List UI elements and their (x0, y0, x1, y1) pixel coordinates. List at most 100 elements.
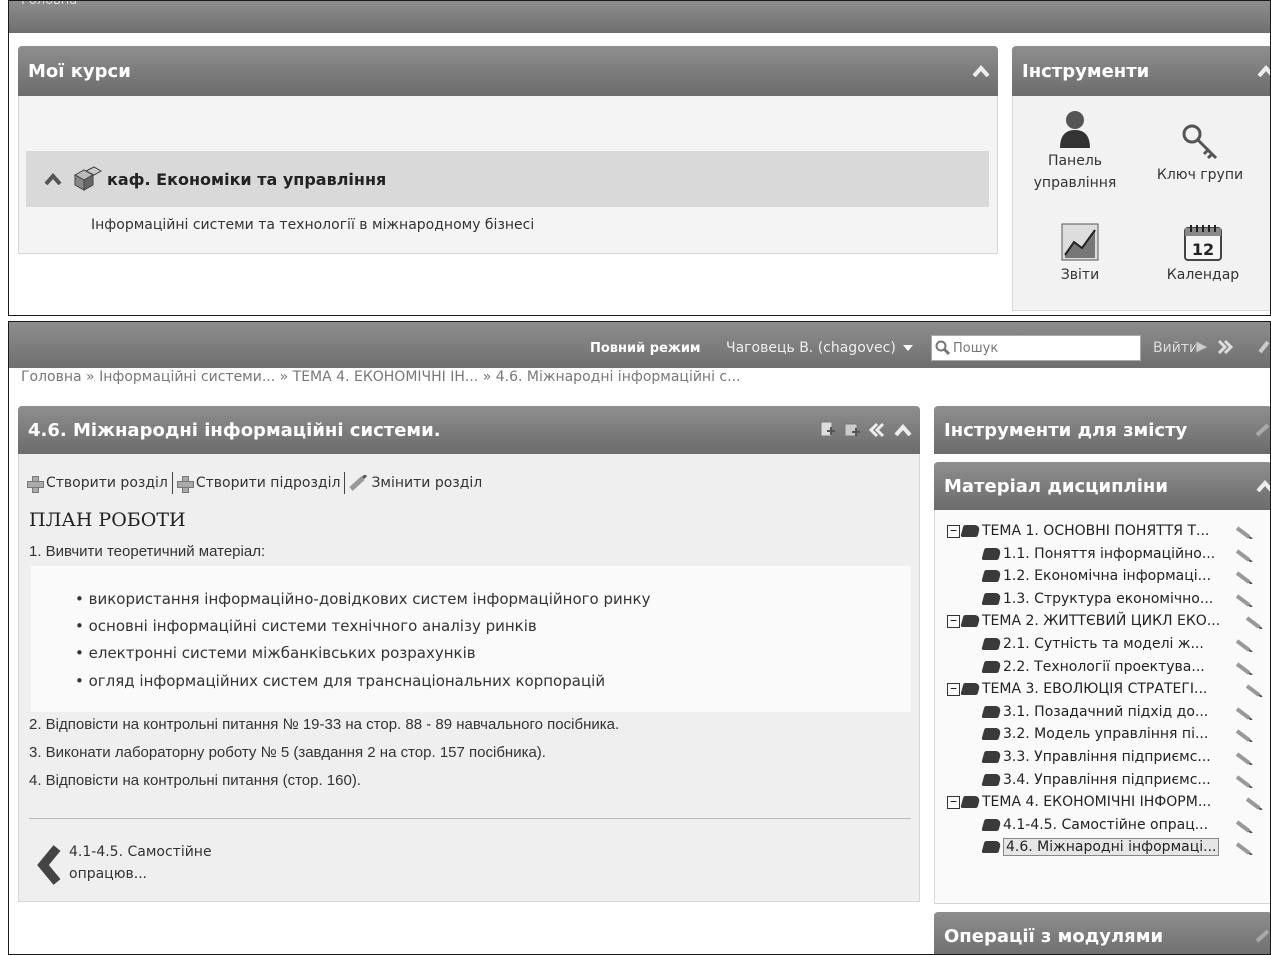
tool-group-key[interactable]: Ключ групи (1150, 122, 1250, 186)
tool-control-panel[interactable]: Панель управління (1025, 108, 1125, 194)
edit-pencil-icon[interactable] (1235, 547, 1253, 566)
add-item-icon[interactable] (843, 421, 861, 439)
tree-label[interactable]: 2.2. Технології проектува... (1003, 659, 1205, 675)
tree-topic[interactable]: − ТЕМА 1. ОСНОВНІ ПОНЯТТЯ Т... (947, 520, 1209, 542)
collapse-tree-icon[interactable]: − (947, 795, 960, 809)
prev-section-link[interactable]: 4.1-4.5. Самостійне опрацюв... (35, 842, 255, 888)
tool-calendar[interactable]: 12 Календар (1163, 222, 1243, 286)
tree-subtopic[interactable]: 1.2. Економічна інформаці... (981, 565, 1211, 587)
tree-label[interactable]: 2.1. Сутність та моделі ж... (1003, 636, 1204, 652)
pin-icon[interactable] (1258, 338, 1271, 356)
tool-reports[interactable]: Звіти (1040, 222, 1120, 286)
tree-subtopic[interactable]: 3.2. Модель управління пі... (981, 723, 1208, 745)
tree-label[interactable]: 3.4. Управління підприємс... (1003, 772, 1211, 788)
my-courses-title: Мої курси (28, 60, 131, 82)
section-body: Створити розділ Створити підрозділ Зміни… (18, 454, 920, 902)
edit-pencil-icon[interactable] (1245, 795, 1263, 814)
full-mode-button[interactable]: Повний режим (590, 341, 701, 356)
key-icon (1182, 124, 1218, 160)
bullet-list-box: • використання інформаційно-довідкових с… (31, 566, 911, 712)
tree-label[interactable]: 3.3. Управління підприємс... (1003, 749, 1211, 765)
edit-pencil-icon[interactable] (1235, 818, 1253, 837)
step-4: 4. Відповісти на контрольні питання (сто… (29, 772, 361, 789)
create-section-link[interactable]: Створити розділ (46, 475, 168, 491)
edit-pencil-icon[interactable] (1235, 750, 1253, 769)
collapse-icon[interactable] (44, 173, 62, 185)
edit-pencil-icon[interactable] (1235, 569, 1253, 588)
tree-label[interactable]: ТЕМА 3. ЕВОЛЮЦІЯ СТРАТЕГІ... (982, 681, 1207, 697)
edit-pencil-icon[interactable] (1235, 727, 1253, 746)
tree-topic[interactable]: − ТЕМА 2. ЖИТТЄВИЙ ЦИКЛ ЕКО... (947, 610, 1220, 632)
tree-subtopic[interactable]: 4.6. Міжнародні інформаці... (981, 836, 1220, 858)
breadcrumb-home[interactable]: Головна (21, 1, 77, 8)
chevron-left-icon (37, 845, 61, 885)
tree-subtopic[interactable]: 3.1. Позадачний підхід до... (981, 701, 1208, 723)
search-icon (935, 340, 951, 356)
user-menu[interactable]: Чаговець В. (chagovec) (726, 340, 914, 356)
book-icon (960, 796, 981, 809)
tree-label[interactable]: 3.2. Модель управління пі... (1003, 726, 1208, 742)
edit-pencil-icon[interactable] (1245, 614, 1263, 633)
double-arrow-icon[interactable] (1216, 338, 1234, 356)
tree-subtopic[interactable]: 2.1. Сутність та моделі ж... (981, 633, 1204, 655)
pencil-icon[interactable] (1256, 423, 1271, 437)
edit-pencil-icon[interactable] (1235, 840, 1253, 859)
collapse-tree-icon[interactable]: − (947, 614, 960, 628)
tree-subtopic[interactable]: 1.3. Структура економічно... (981, 588, 1213, 610)
tree-label[interactable]: 1.1. Поняття інформаційно... (1003, 546, 1215, 562)
course-link[interactable]: Інформаційні системи та технології в між… (91, 217, 534, 233)
tree-subtopic[interactable]: 3.4. Управління підприємс... (981, 769, 1211, 791)
pencil-icon[interactable] (1256, 929, 1271, 943)
edit-pencil-icon[interactable] (1235, 524, 1253, 543)
edit-pencil-icon[interactable] (1235, 660, 1253, 679)
create-subsection-link[interactable]: Створити підрозділ (196, 475, 341, 491)
collapse-icon[interactable] (1256, 480, 1271, 492)
material-header: Матеріал дисципліни (934, 462, 1271, 510)
tree-subtopic[interactable]: 3.3. Управління підприємс... (981, 746, 1211, 768)
collapse-icon[interactable] (972, 65, 990, 77)
department-label[interactable]: каф. Економіки та управління (107, 170, 386, 189)
edit-pencil-icon[interactable] (1235, 705, 1253, 724)
tree-label[interactable]: ТЕМА 4. ЕКОНОМІЧНІ ІНФОРМ... (982, 794, 1211, 810)
tree-label[interactable]: 1.3. Структура економічно... (1003, 591, 1213, 607)
collapse-icon[interactable] (1257, 65, 1271, 77)
material-tree: − ТЕМА 1. ОСНОВНІ ПОНЯТТЯ Т... 1.1. Понятт… (934, 510, 1270, 904)
edit-pencil-icon[interactable] (1235, 637, 1253, 656)
collapse-tree-icon[interactable]: − (947, 682, 960, 696)
tree-topic[interactable]: − ТЕМА 3. ЕВОЛЮЦІЯ СТРАТЕГІ... (947, 678, 1207, 700)
add-page-icon[interactable] (818, 421, 836, 439)
bottom-window: Повний режим Чаговець В. (chagovec) Пошу… (8, 321, 1271, 955)
tree-subtopic[interactable]: 1.1. Поняття інформаційно... (981, 543, 1215, 565)
search-input[interactable]: Пошук (931, 335, 1141, 361)
bullet-item: • основні інформаційні системи технічног… (75, 617, 537, 635)
tree-label[interactable]: 1.2. Економічна інформаці... (1003, 568, 1211, 584)
tools-title: Інструменти (1022, 60, 1150, 82)
collapse-tree-icon[interactable]: − (947, 524, 960, 538)
tree-label[interactable]: ТЕМА 1. ОСНОВНІ ПОНЯТТЯ Т... (982, 523, 1209, 539)
back-icon[interactable] (868, 421, 886, 439)
pencil-icon (349, 475, 368, 491)
book-icon (981, 751, 1002, 763)
tree-label[interactable]: ТЕМА 2. ЖИТТЄВИЙ ЦИКЛ ЕКО... (982, 613, 1220, 629)
tree-label[interactable]: 4.6. Міжнародні інформаці... (1003, 838, 1220, 857)
logout-link[interactable]: Вийти (1153, 340, 1198, 356)
settings-icon[interactable] (1193, 338, 1211, 356)
tree-subtopic[interactable]: 4.1-4.5. Самостійне опрац... (981, 814, 1208, 836)
section-title: 4.6. Міжнародні інформаційні системи. (28, 419, 441, 441)
department-row[interactable]: каф. Економіки та управління (26, 151, 989, 207)
tree-subtopic[interactable]: 2.2. Технології проектува... (981, 656, 1205, 678)
tree-label[interactable]: 4.1-4.5. Самостійне опрац... (1003, 817, 1208, 833)
content-tools-title: Інструменти для змісту (944, 419, 1188, 441)
edit-pencil-icon[interactable] (1245, 682, 1263, 701)
my-courses-body: каф. Економіки та управління Інформаційн… (18, 96, 998, 254)
book-icon (981, 570, 1002, 583)
edit-pencil-icon[interactable] (1235, 592, 1253, 611)
edit-pencil-icon[interactable] (1235, 773, 1253, 792)
edit-section-link[interactable]: Змінити розділ (371, 475, 482, 491)
tree-label[interactable]: 3.1. Позадачний підхід до... (1003, 704, 1208, 720)
breadcrumb[interactable]: Головна » Інформаційні системи... » ТЕМА… (21, 369, 740, 385)
tree-topic[interactable]: − ТЕМА 4. ЕКОНОМІЧНІ ІНФОРМ... (947, 791, 1211, 813)
collapse-icon[interactable] (894, 424, 912, 436)
book-icon (981, 547, 1002, 560)
book-icon (981, 660, 1002, 673)
